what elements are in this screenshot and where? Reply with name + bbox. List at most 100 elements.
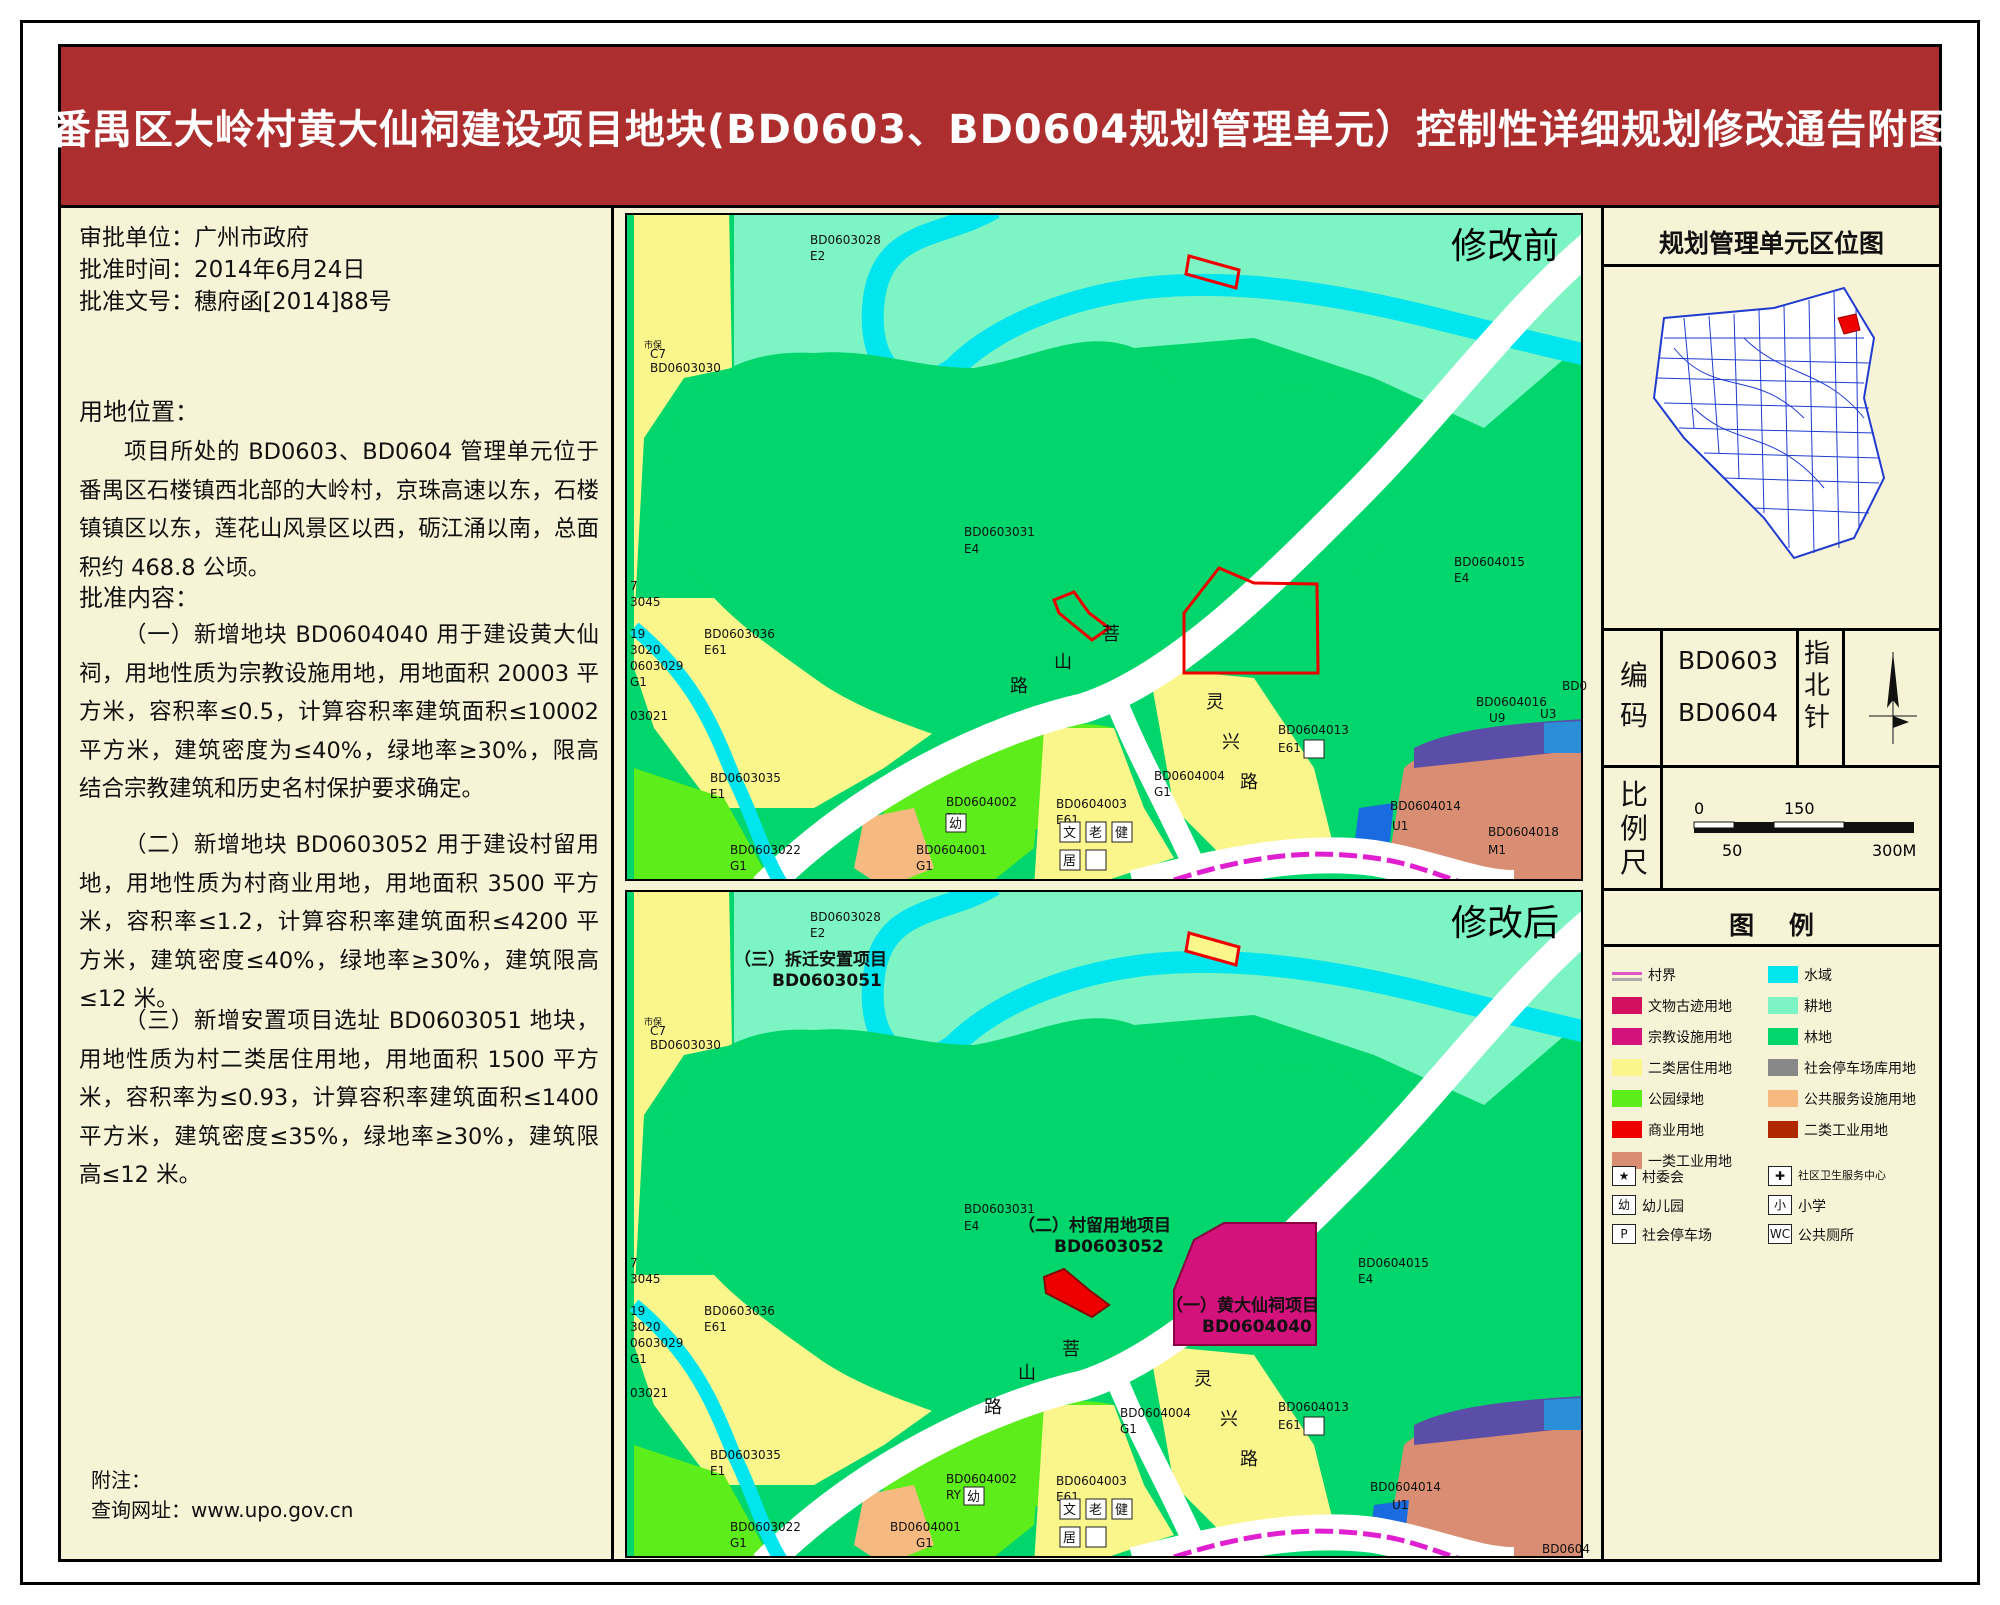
- content-heading: 批准内容：: [79, 584, 199, 612]
- parcel-label: BD0603035: [710, 1448, 781, 1462]
- parcel-label: BD0604016: [1476, 695, 1547, 709]
- parcel-code: G1: [630, 675, 647, 689]
- map-before: 修改前 BD0603028 E2 BD0603030 C7 市保 BD06030…: [625, 213, 1587, 881]
- parcel-label: BD0603036: [704, 1304, 775, 1318]
- toilet-icon: WC: [1768, 1224, 1792, 1244]
- parcel-label: 19: [630, 1304, 645, 1318]
- code-label: 编码: [1620, 659, 1649, 732]
- symbol-label: 小学: [1798, 1199, 1826, 1215]
- note-label: 附注：: [91, 1468, 151, 1492]
- parcel-code: E61: [704, 643, 727, 657]
- road-name: 路: [1240, 1449, 1258, 1470]
- parcel-label: BD0604002: [946, 1472, 1017, 1486]
- parcel-label: 0603029: [630, 1336, 683, 1350]
- content-item-2: （二）新增地块 BD0603052 用于建设村留用地，用地性质为村商业用地，用地…: [79, 832, 599, 1012]
- primary-school-icon: 小: [1768, 1195, 1792, 1215]
- road-name: 山: [1054, 652, 1072, 673]
- symbol-label: 社区卫生服务中心: [1798, 1169, 1886, 1182]
- parcel-code: G1: [1154, 785, 1171, 799]
- legend-swatch: [1768, 1121, 1798, 1138]
- right-sidebar: 规划管理单元区位图 编码 BD0603 BD0604 指北针 比例尺 0 150…: [1601, 208, 1939, 1559]
- legend-swatch: [1612, 1090, 1642, 1107]
- parcel-code: G1: [630, 1352, 647, 1366]
- parcel-label: BD0604: [1542, 1542, 1590, 1556]
- parcel-label: 19: [630, 627, 645, 641]
- parcel-code: E1: [710, 787, 725, 801]
- legend-label: 二类居住用地: [1648, 1061, 1732, 1077]
- location-heading: 用地位置：: [79, 398, 199, 426]
- parcel-label: BD0603035: [710, 771, 781, 785]
- parcel-label: BD0603030: [650, 361, 721, 375]
- toilet-icon: [1303, 739, 1325, 759]
- symbol-label: 公共厕所: [1798, 1228, 1854, 1244]
- road-name: 路: [1010, 676, 1028, 697]
- symbol-label: 村委会: [1642, 1170, 1684, 1186]
- elderly-icon: 老: [1089, 826, 1102, 841]
- parcel-code: E2: [810, 926, 825, 940]
- parcel-code: E4: [964, 542, 979, 556]
- scale-label: 比例尺: [1620, 778, 1649, 879]
- parcel-label: BD0603036: [704, 627, 775, 641]
- parcel-code: G1: [1120, 1422, 1137, 1436]
- parcel-code: RY: [946, 1488, 962, 1502]
- divider: [1604, 628, 1939, 631]
- code-bd0604: BD0604: [1678, 698, 1779, 727]
- divider: [1604, 944, 1939, 947]
- note-url: 查询网址：www.upo.gov.cn: [91, 1498, 354, 1522]
- parcel-code: E61: [1278, 1418, 1301, 1432]
- legend-swatch: [1768, 997, 1798, 1014]
- road-name: 兴: [1220, 1409, 1238, 1430]
- parcel-label: BD0603028: [810, 910, 881, 924]
- health-icon: [1085, 1526, 1107, 1548]
- heritage-mark: 市保: [644, 339, 662, 351]
- parcel-code: G1: [730, 1536, 747, 1550]
- parcel-label: BD0604018: [1488, 825, 1559, 839]
- query-url-link[interactable]: www.upo.gov.cn: [191, 1498, 353, 1522]
- parcel-label: BD0603022: [730, 843, 801, 857]
- parcel-label: 3020: [630, 1320, 661, 1334]
- road-name: 路: [984, 1397, 1002, 1418]
- parcel-label: BD0603031: [964, 1202, 1035, 1216]
- parking-icon: P: [1612, 1224, 1636, 1244]
- legend-swatch: [1768, 1028, 1798, 1045]
- parcel-code: U1: [1392, 1498, 1408, 1512]
- parcel-code: G1: [916, 1536, 933, 1550]
- parcel-label: BD0604002: [946, 795, 1017, 809]
- approval-date: 批准时间：2014年6月24日: [79, 257, 366, 283]
- parcel-label: BD0603030: [650, 1038, 721, 1052]
- divider: [1604, 765, 1939, 768]
- parcel-code: E1: [710, 1464, 725, 1478]
- before-label: 修改前: [1451, 226, 1559, 267]
- legend-label: 村界: [1648, 968, 1676, 984]
- elderly-icon: 老: [1089, 1503, 1102, 1518]
- road-name: 兴: [1222, 732, 1240, 753]
- parcel-code: E4: [1358, 1272, 1373, 1286]
- parcel-label: BD0604013: [1278, 1400, 1349, 1414]
- star-icon: ★: [1612, 1166, 1636, 1186]
- legend-label: 二类工业用地: [1804, 1123, 1888, 1139]
- parcel-label: 7: [630, 579, 638, 593]
- health-center-icon: ✚: [1768, 1166, 1792, 1186]
- road-name: 路: [1240, 772, 1258, 793]
- parcel-code: M1: [1488, 843, 1506, 857]
- divider: [1842, 631, 1845, 765]
- divider: [1796, 631, 1799, 765]
- parcel-label: 03021: [630, 1386, 668, 1400]
- parcel-label: BD0603031: [964, 525, 1035, 539]
- north-label: 指北针: [1804, 639, 1831, 733]
- legend-swatch: [1612, 997, 1642, 1014]
- culture-icon: 文: [1063, 826, 1076, 841]
- parcel-label: 3020: [630, 643, 661, 657]
- parcel-code: E61: [704, 1320, 727, 1334]
- legend-swatch: [1768, 1090, 1798, 1107]
- parcel-code: U1: [1392, 819, 1408, 833]
- divider: [1604, 264, 1939, 267]
- legend-swatch: [1612, 1121, 1642, 1138]
- legend-swatch: [1612, 1028, 1642, 1045]
- code-bd0603: BD0603: [1678, 646, 1779, 675]
- page-title: 番禺区大岭村黄大仙祠建设项目地块(BD0603、BD0604规划管理单元）控制性…: [50, 107, 1950, 153]
- committee-icon: 居: [1063, 1531, 1076, 1546]
- parcel-label: 7: [630, 1256, 638, 1270]
- health-icon: [1085, 849, 1107, 871]
- parcel-code: G1: [916, 859, 933, 873]
